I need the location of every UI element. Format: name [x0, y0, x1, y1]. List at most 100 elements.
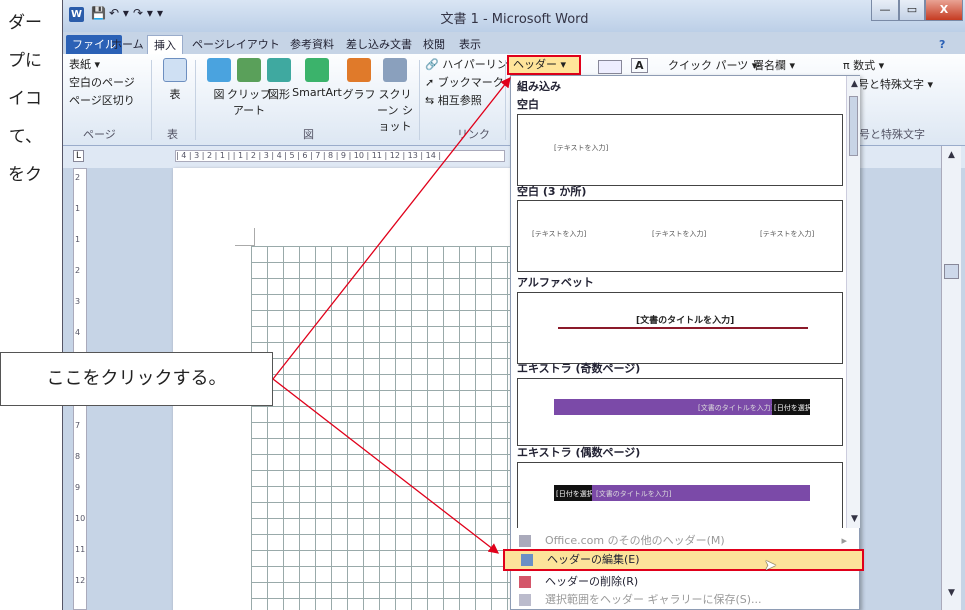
side-text-line: をク — [8, 165, 42, 185]
chart-label: グラフ — [342, 88, 376, 101]
cross-reference-button[interactable]: ⇆ 相互参照 — [425, 92, 482, 108]
table-label: 表 — [169, 88, 181, 101]
vertical-scrollbar[interactable]: ▲ ▼ — [941, 146, 961, 610]
page-break-button[interactable]: ページ区切り — [69, 92, 135, 108]
more-headers-item[interactable]: Office.com のその他のヘッダー(M) ▸ — [511, 532, 861, 550]
signature-line-button[interactable]: 署名欄 ▾ — [753, 57, 795, 73]
help-icon[interactable]: ? — [933, 35, 951, 54]
tab-review[interactable]: 校閲 — [417, 35, 451, 54]
maximize-button[interactable]: ▭ — [899, 0, 925, 21]
edit-header-icon — [521, 554, 533, 566]
scroll-up-icon[interactable]: ▲ — [944, 148, 959, 163]
gallery-item-label: エキストラ (偶数ページ) — [517, 446, 641, 459]
vruler-mark: 1 — [75, 204, 81, 213]
office-icon — [519, 535, 531, 547]
textbox-icon[interactable]: A — [631, 58, 648, 73]
header-button[interactable]: ヘッダー ▾ — [507, 55, 581, 75]
gallery-item-extra-odd[interactable]: [文書のタイトルを入力] [日付を選択] — [517, 378, 843, 446]
smartart-icon — [305, 58, 329, 82]
screenshot-button[interactable]: スクリーン ショット — [375, 58, 415, 134]
placeholder-text: [テキストを入力] — [652, 230, 707, 238]
mouse-cursor-icon: ➤ — [764, 556, 777, 574]
chart-icon — [347, 58, 371, 82]
scroll-thumb[interactable] — [944, 264, 959, 279]
blank-page-button[interactable]: 空白のページ — [69, 74, 135, 90]
header-gallery: 組み込み 空白 [テキストを入力] 空白 (3 か所) [テキストを入力] [テ… — [511, 76, 846, 528]
tab-view[interactable]: 表示 — [453, 35, 487, 54]
placeholder-text: [テキストを入力] — [760, 230, 815, 238]
vruler-mark: 9 — [75, 483, 81, 492]
side-text-line: ダー — [8, 13, 42, 33]
placeholder-text: [文書のタイトルを入力] — [596, 490, 672, 498]
menu-item-label: ヘッダーの削除(R) — [545, 575, 639, 588]
screenshot-icon — [383, 58, 407, 82]
table-button[interactable]: 表 — [153, 58, 197, 102]
gallery-item-blank[interactable]: [テキストを入力] — [517, 114, 843, 186]
footer-icon[interactable] — [598, 60, 622, 74]
submenu-arrow-icon: ▸ — [841, 534, 847, 547]
symbol-button[interactable]: 号と特殊文字 ▾ — [858, 76, 933, 92]
placeholder-text: [テキストを入力] — [532, 230, 587, 238]
menu-item-label: ヘッダーの編集(E) — [547, 553, 640, 566]
group-separator — [505, 60, 506, 140]
picture-label: 図 — [213, 88, 225, 101]
side-text-line: プに — [8, 51, 42, 71]
group-separator — [419, 60, 420, 140]
scroll-down-icon[interactable]: ▼ — [944, 586, 959, 601]
title-bar: W 💾 ↶ ▾ ↷ ▾ ▾ 文書 1 - Microsoft Word — ▭ … — [63, 0, 965, 32]
gallery-item-alphabet[interactable]: [文書のタイトルを入力] — [517, 292, 843, 364]
gallery-item-label: アルファベット — [517, 276, 594, 289]
remove-header-icon — [519, 576, 531, 588]
tab-selector[interactable]: L — [73, 150, 85, 162]
smartart-label: SmartArt — [292, 86, 342, 99]
menu-item-label: Office.com のその他のヘッダー(M) — [545, 534, 725, 547]
edit-header-item[interactable]: ヘッダーの編集(E) — [503, 549, 864, 571]
bookmark-label: ブックマーク — [437, 76, 504, 89]
save-selection-item[interactable]: 選択範囲をヘッダー ギャラリーに保存(S)... — [511, 591, 861, 609]
remove-header-item[interactable]: ヘッダーの削除(R) — [511, 573, 861, 591]
cross-reference-icon: ⇆ — [425, 94, 435, 107]
equation-button[interactable]: π 数式 ▾ — [843, 57, 884, 73]
group-separator — [151, 60, 152, 140]
callout-box: ここをクリックする。 — [0, 352, 273, 406]
tab-home[interactable]: ホーム — [105, 35, 150, 54]
vruler-mark: 7 — [75, 421, 81, 430]
margin-corner — [235, 228, 255, 246]
shapes-label: 図形 — [268, 88, 290, 101]
gallery-section-title: 組み込み — [517, 80, 561, 93]
bookmark-icon: ➚ — [425, 76, 435, 89]
gallery-item-blank-three[interactable]: [テキストを入力] [テキストを入力] [テキストを入力] — [517, 200, 843, 272]
side-text-line: て、 — [8, 127, 42, 147]
tab-references[interactable]: 参考資料 — [284, 35, 340, 54]
save-gallery-icon — [519, 594, 531, 606]
placeholder-text: [文書のタイトルを入力] — [636, 316, 735, 326]
ribbon-tabs: ファイル ホーム 挿入 ページレイアウト 参考資料 差し込み文書 校閲 表示 ? — [63, 32, 965, 54]
header-dropdown-menu: 組み込み 空白 [テキストを入力] 空白 (3 か所) [テキストを入力] [テ… — [503, 75, 864, 610]
tab-insert[interactable]: 挿入 — [147, 35, 183, 54]
alphabet-rule — [558, 327, 808, 329]
tab-page-layout[interactable]: ページレイアウト — [186, 35, 286, 54]
bookmark-button[interactable]: ➚ ブックマーク — [425, 74, 504, 90]
quick-parts-button[interactable]: クイック パーツ ▾ — [668, 57, 757, 73]
chart-button[interactable]: グラフ — [341, 58, 377, 102]
close-button[interactable]: X — [925, 0, 963, 21]
menu-item-label: 選択範囲をヘッダー ギャラリーに保存(S)... — [545, 593, 762, 606]
hyperlink-icon: 🔗 — [425, 58, 439, 71]
scroll-up-icon[interactable]: ▲ — [847, 77, 862, 92]
scroll-thumb[interactable] — [849, 96, 858, 156]
minimize-button[interactable]: — — [871, 0, 899, 21]
cross-reference-label: 相互参照 — [437, 94, 482, 107]
gallery-item-extra-even[interactable]: [日付を選択] [文書のタイトルを入力] — [517, 462, 843, 528]
placeholder-text: [日付を選択] — [774, 404, 815, 412]
scroll-down-icon[interactable]: ▼ — [847, 512, 862, 527]
vruler-mark: 2 — [75, 266, 81, 275]
shapes-icon — [267, 58, 291, 82]
gallery-scrollbar[interactable]: ▲ ▼ — [846, 76, 860, 528]
cover-page-button[interactable]: 表紙 ▾ — [69, 56, 100, 72]
tab-mailings[interactable]: 差し込み文書 — [340, 35, 418, 54]
screenshot-label: スクリーン ショット — [377, 88, 413, 133]
window-title: 文書 1 - Microsoft Word — [440, 12, 589, 27]
vruler-mark: 2 — [75, 173, 81, 182]
smartart-button[interactable]: SmartArt — [289, 58, 345, 99]
vruler-mark: 8 — [75, 452, 81, 461]
